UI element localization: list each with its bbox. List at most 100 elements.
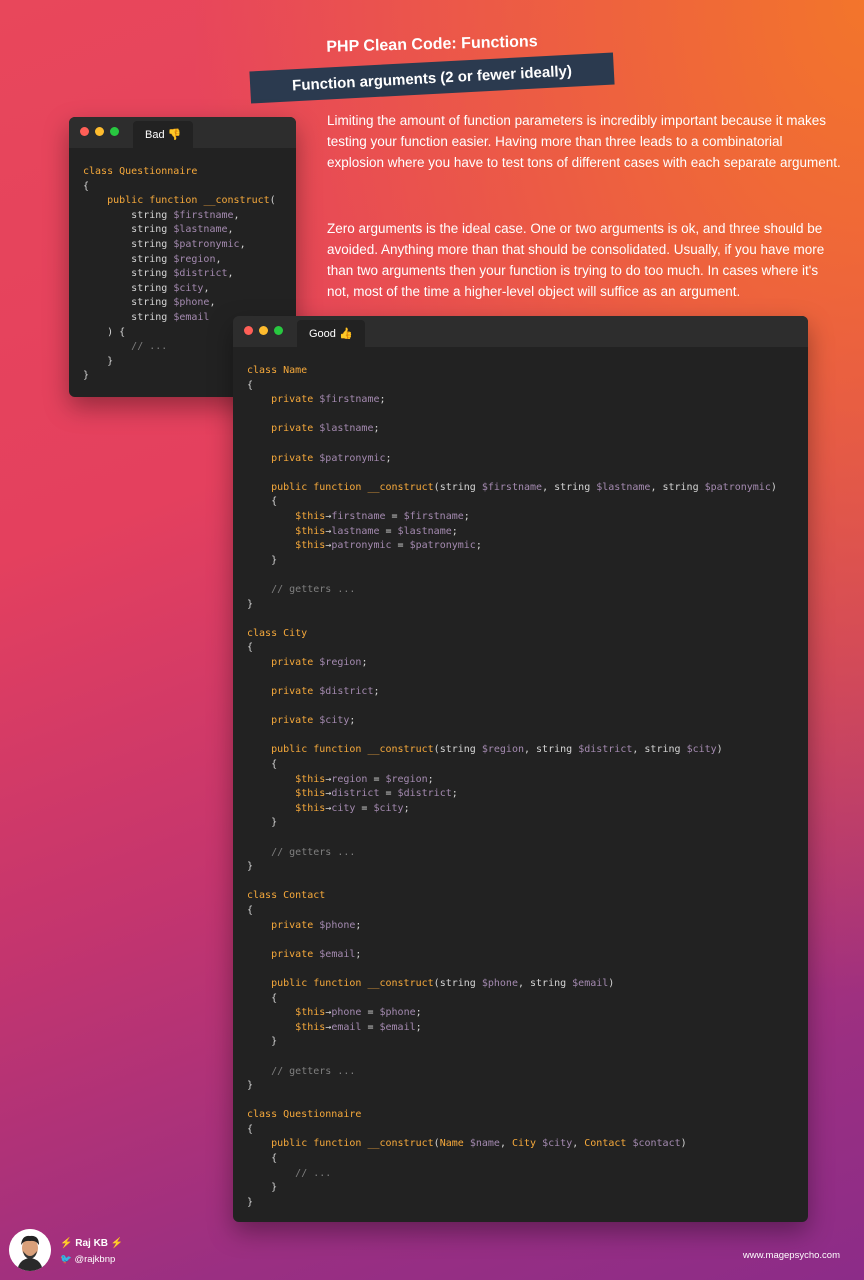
code-line: class Contact (247, 889, 777, 904)
code-line: $this→lastname = $lastname; (247, 525, 777, 540)
code-token: } (247, 817, 278, 829)
code-token: $patronymic (319, 452, 386, 464)
code-token: $firstname (173, 209, 234, 221)
code-token: private (271, 919, 314, 931)
code-token: ) (680, 1138, 687, 1150)
code-line: private $patronymic; (247, 452, 777, 467)
code-token: private (271, 394, 314, 406)
code-token: = (391, 540, 410, 552)
maximize-dot-icon (274, 326, 283, 335)
code-line: class City (247, 627, 777, 642)
lightning-icon: ⚡ (110, 1238, 124, 1249)
code-token: $firstname (403, 510, 464, 522)
code-token: ) (770, 481, 777, 493)
code-token: $region (173, 253, 216, 265)
tab-good[interactable]: Good 👍 (297, 320, 365, 347)
code-token: $this (295, 773, 326, 785)
code-token: ; (349, 715, 356, 727)
code-line: string $district, (83, 267, 276, 282)
code-token: , (239, 238, 246, 250)
code-line: $this→region = $region; (247, 773, 777, 788)
code-token: $patronymic (173, 238, 240, 250)
code-token: $this (295, 510, 326, 522)
code-token: string (131, 282, 174, 294)
code-line: $this→district = $district; (247, 787, 777, 802)
code-token: // ... (295, 1167, 332, 1179)
code-token: $district (578, 744, 633, 756)
code-token: $this (295, 788, 326, 800)
code-token: $district (173, 268, 228, 280)
code-line: public function __construct(string $regi… (247, 743, 777, 758)
code-token: $phone (319, 919, 356, 931)
code-line: string $patronymic, (83, 238, 276, 253)
code-token: $city (686, 744, 717, 756)
code-token: private (271, 686, 314, 698)
code-token: public function (271, 744, 362, 756)
close-dot-icon (80, 127, 89, 136)
window-titlebar: Good 👍 (233, 316, 808, 347)
code-line: } (247, 1196, 777, 1211)
code-token: = (361, 1021, 380, 1033)
code-token: { (247, 379, 254, 391)
code-token: Name (439, 1138, 464, 1150)
minimize-dot-icon (259, 326, 268, 335)
code-token: $phone (173, 297, 210, 309)
code-token: = (367, 773, 386, 785)
code-token: , string (632, 744, 687, 756)
maximize-dot-icon (110, 127, 119, 136)
author-label: Raj KB (75, 1238, 109, 1249)
code-token: public function (271, 481, 362, 493)
code-token: (string (433, 977, 482, 989)
code-token: ) (716, 744, 723, 756)
paragraph-1: Limiting the amount of function paramete… (327, 113, 841, 170)
code-line: string $phone, (83, 296, 276, 311)
code-token: ; (475, 540, 482, 552)
code-token: ; (451, 525, 458, 537)
code-token: , (203, 282, 210, 294)
avatar (9, 1229, 51, 1271)
author-handle[interactable]: 🐦 @rajkbnp (60, 1254, 115, 1265)
website-link[interactable]: www.magepsycho.com (743, 1250, 840, 1261)
code-token: ; (385, 452, 392, 464)
code-line: $this→phone = $phone; (247, 1006, 777, 1021)
code-line: } (247, 598, 777, 613)
code-line: } (247, 1181, 777, 1196)
code-token: ; (451, 788, 458, 800)
code-line: class Name (247, 364, 777, 379)
code-token: } (247, 1196, 254, 1208)
code-token: public function (107, 195, 198, 207)
code-line: { (247, 992, 777, 1007)
code-token: ; (403, 802, 410, 814)
code-line: private $district; (247, 685, 777, 700)
code-line: string $city, (83, 282, 276, 297)
code-line: private $lastname; (247, 422, 777, 437)
code-token: = (361, 1007, 380, 1019)
code-line: { (247, 1152, 777, 1167)
tab-bad[interactable]: Bad 👎 (133, 121, 194, 148)
code-token: ; (355, 948, 362, 960)
code-line: } (247, 1079, 777, 1094)
code-token: __construct (367, 1138, 434, 1150)
code-token: class Questionnaire (83, 166, 198, 177)
code-token: class Questionnaire (247, 1109, 362, 1121)
code-token: } (247, 598, 254, 610)
code-line: // ... (247, 1167, 777, 1182)
code-token: ; (373, 686, 380, 698)
code-line: { (247, 904, 777, 919)
close-dot-icon (244, 326, 253, 335)
code-token: ; (415, 1007, 422, 1019)
